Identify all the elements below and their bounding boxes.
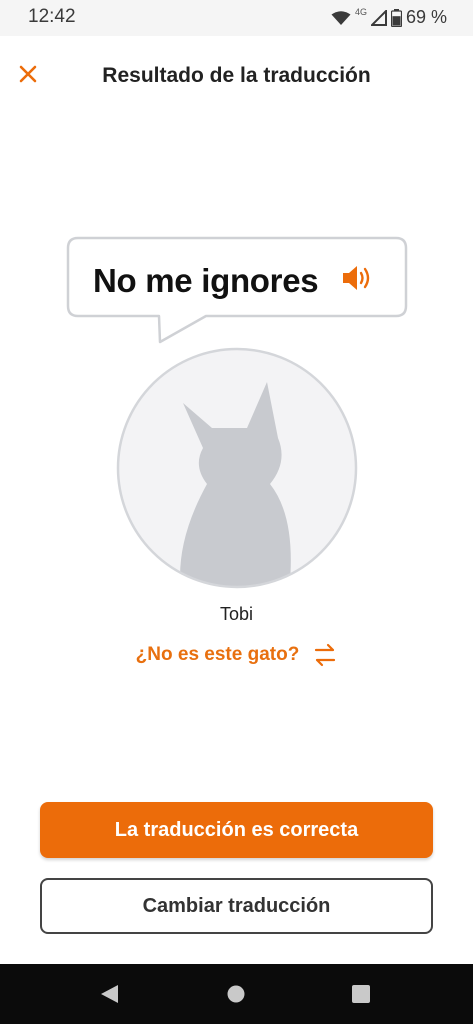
battery-icon [390, 8, 402, 27]
nav-back-button[interactable] [96, 980, 124, 1008]
translation-text: No me ignores [93, 262, 319, 299]
confirm-translation-button[interactable]: La traducción es correcta [40, 802, 433, 858]
battery-percent: 69 % [405, 7, 447, 27]
wifi-icon [331, 10, 351, 25]
not-this-cat-link[interactable]: ¿No es este gato? [0, 643, 473, 667]
status-bar: 12:42 4G 69 % [0, 0, 473, 36]
nav-recents-button[interactable] [347, 980, 375, 1008]
change-translation-button[interactable]: Cambiar traducción [40, 878, 433, 934]
app-screen: 12:42 4G 69 % Resultado de la traducción [0, 0, 473, 1024]
speaker-icon [343, 266, 370, 290]
cat-name: Tobi [219, 604, 254, 624]
home-icon [227, 985, 245, 1003]
status-time: 12:42 [28, 6, 76, 27]
back-icon [101, 985, 118, 1003]
cat-avatar [115, 346, 359, 590]
network-type: 4G [354, 6, 367, 17]
play-audio-button[interactable] [340, 263, 374, 293]
system-nav-bar [0, 964, 473, 1024]
recents-icon [352, 985, 370, 1003]
nav-home-button[interactable] [222, 980, 250, 1008]
not-this-cat-label: ¿No es este gato? [135, 644, 300, 665]
header: Resultado de la traducción [0, 56, 473, 96]
translation-bubble: No me ignores [66, 236, 408, 346]
status-icons: 4G 69 % [331, 7, 447, 28]
page-title: Resultado de la traducción [102, 64, 371, 87]
swap-arrows-icon [315, 643, 336, 667]
cellular-signal-icon [370, 9, 387, 26]
